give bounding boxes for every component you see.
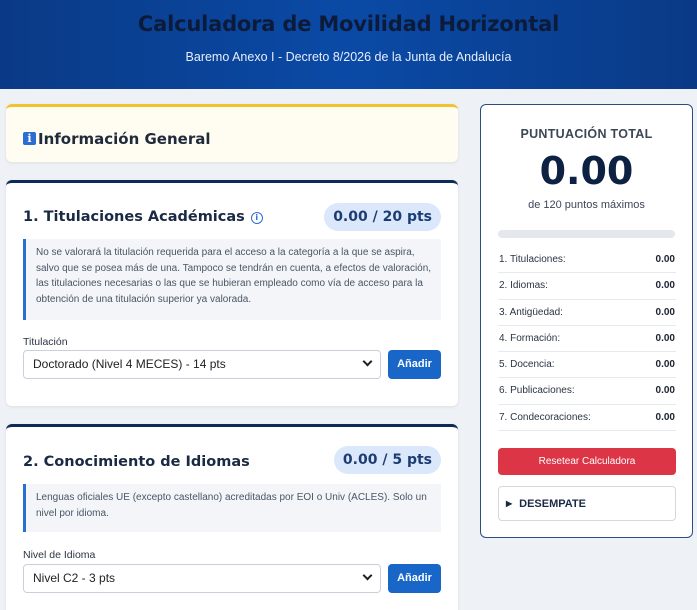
titulacion-label: Titulación [23, 336, 68, 348]
info-circle-icon[interactable]: i [250, 212, 263, 224]
points-badge: 0.00 / 20 pts [324, 203, 441, 231]
info-general-panel[interactable]: i Información General [6, 104, 458, 162]
section-title: 2. Conocimiento de Idiomas [23, 454, 250, 470]
section-note: No se valorará la titulación requerida p… [23, 239, 441, 320]
idioma-label: Nivel de Idioma [23, 549, 96, 561]
section-title: 1. Titulaciones Académicas i [23, 209, 263, 225]
breakdown-row: 7. Condecoraciones: 0.00 [498, 405, 676, 432]
add-titulacion-button[interactable]: Añadir [388, 350, 441, 379]
reset-calculator-button[interactable]: Resetear Calculadora [498, 448, 676, 475]
page-title: Calculadora de Movilidad Horizontal [137, 12, 560, 36]
score-progress-bar [498, 230, 675, 238]
breakdown-row: 1. Titulaciones: 0.00 [498, 247, 676, 274]
max-points-text: de 120 puntos máximos [528, 199, 645, 211]
breakdown-row: 4. Formación: 0.00 [498, 326, 676, 353]
breakdown-row: 3. Antigüedad: 0.00 [498, 300, 676, 326]
page-header: Calculadora de Movilidad Horizontal Bare… [0, 0, 697, 89]
points-badge: 0.00 / 5 pts [333, 446, 441, 474]
score-summary-panel: PUNTUACIÓN TOTAL 0.00 de 120 puntos máxi… [480, 104, 693, 538]
titulacion-select[interactable]: Doctorado (Nivel 4 MECES) - 14 pts [23, 350, 381, 379]
idioma-select[interactable]: Nivel C2 - 3 pts [23, 564, 381, 593]
chevron-down-icon [362, 356, 373, 367]
add-idioma-button[interactable]: Añadir [388, 564, 441, 593]
total-score: 0.00 [539, 149, 634, 193]
section-note: Lenguas oficiales UE (excepto castellano… [23, 484, 441, 532]
page-subtitle: Baremo Anexo I - Decreto 8/2026 de la Ju… [185, 50, 512, 64]
breakdown-row: 6. Publicaciones: 0.00 [498, 378, 676, 405]
chevron-down-icon [362, 570, 373, 581]
caret-right-icon: ▶ [506, 499, 513, 508]
breakdown-row: 2. Idiomas: 0.00 [498, 273, 676, 300]
breakdown-row: 5. Docencia: 0.00 [498, 352, 676, 379]
total-label: PUNTUACIÓN TOTAL [520, 127, 653, 141]
info-icon: i [23, 132, 36, 145]
section-titulaciones: 1. Titulaciones Académicas i 0.00 / 20 pt… [6, 180, 458, 406]
section-idiomas: 2. Conocimiento de Idiomas 0.00 / 5 pts … [6, 424, 458, 610]
score-breakdown: 1. Titulaciones: 0.00 2. Idiomas: 0.00 3. … [498, 247, 676, 432]
desempate-toggle[interactable]: ▶ DESEMPATE [498, 486, 676, 521]
info-general-title[interactable]: Información General [38, 130, 210, 148]
